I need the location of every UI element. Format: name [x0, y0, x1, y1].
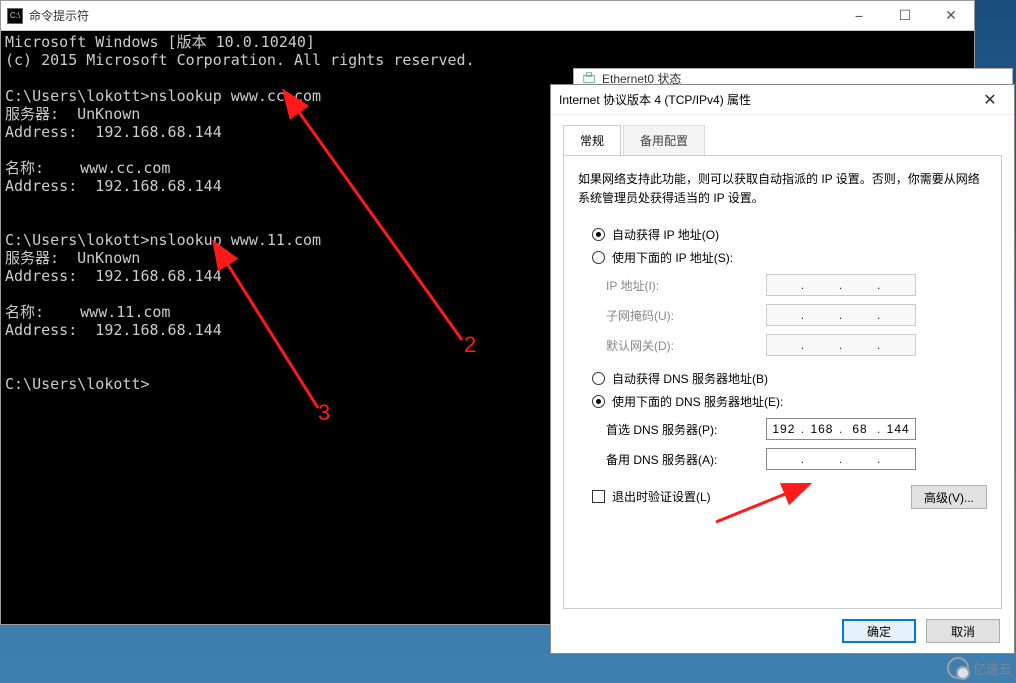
- radio-icon: [592, 372, 605, 385]
- description-text: 如果网络支持此功能，则可以获取自动指派的 IP 设置。否则，你需要从网络系统管理…: [578, 170, 987, 208]
- cmd-line: C:\Users\lokott>nslookup www.11.com: [5, 231, 321, 249]
- radio-auto-ip[interactable]: 自动获得 IP 地址(O): [592, 226, 987, 243]
- checkbox-icon: [592, 490, 605, 503]
- watermark: 亿速云: [947, 657, 1012, 679]
- cmd-line: 服务器: UnKnown: [5, 249, 140, 267]
- ip-octet[interactable]: 168: [805, 422, 839, 436]
- cmd-line: Address: 192.168.68.144: [5, 123, 222, 141]
- radio-icon: [592, 228, 605, 241]
- ipv4-properties-dialog: Internet 协议版本 4 (TCP/IPv4) 属性 ✕ 常规 备用配置 …: [550, 84, 1015, 654]
- cmd-icon: C:\: [7, 8, 23, 24]
- dns-field-group: 首选 DNS 服务器(P): 192. 168. 68. 144 备用 DNS …: [606, 418, 987, 470]
- maximize-button[interactable]: ☐: [882, 1, 928, 30]
- radio-label: 使用下面的 IP 地址(S):: [612, 249, 733, 266]
- ip-field-group: IP 地址(I): ... 子网掩码(U): ... 默认网关(D): ...: [606, 274, 987, 356]
- cmd-line: Address: 192.168.68.144: [5, 177, 222, 195]
- ip-octet[interactable]: 144: [881, 422, 915, 436]
- radio-manual-dns[interactable]: 使用下面的 DNS 服务器地址(E):: [592, 393, 987, 410]
- cmd-line: (c) 2015 Microsoft Corporation. All righ…: [5, 51, 475, 69]
- checkbox-label: 退出时验证设置(L): [612, 488, 711, 505]
- tabs: 常规 备用配置: [563, 125, 1002, 156]
- cmd-line: Address: 192.168.68.144: [5, 267, 222, 285]
- cmd-line: 服务器: UnKnown: [5, 105, 140, 123]
- close-icon[interactable]: ✕: [974, 90, 1006, 110]
- ipv4-titlebar[interactable]: Internet 协议版本 4 (TCP/IPv4) 属性 ✕: [551, 85, 1014, 115]
- radio-label: 使用下面的 DNS 服务器地址(E):: [612, 393, 783, 410]
- cmd-line: Address: 192.168.68.144: [5, 321, 222, 339]
- tab-alternate[interactable]: 备用配置: [623, 125, 705, 155]
- close-button[interactable]: ✕: [928, 1, 974, 30]
- ip-address-input: ...: [766, 274, 916, 296]
- ethernet-icon: [582, 71, 596, 85]
- ip-address-label: IP 地址(I):: [606, 277, 766, 294]
- subnet-mask-label: 子网掩码(U):: [606, 307, 766, 324]
- cmd-line: Microsoft Windows [版本 10.0.10240]: [5, 33, 315, 51]
- alt-dns-input[interactable]: ...: [766, 448, 916, 470]
- watermark-text: 亿速云: [973, 659, 1012, 678]
- cmd-line: 名称: www.cc.com: [5, 159, 170, 177]
- cmd-line: C:\Users\lokott>nslookup www.cc.com: [5, 87, 321, 105]
- radio-manual-ip[interactable]: 使用下面的 IP 地址(S):: [592, 249, 987, 266]
- radio-label: 自动获得 DNS 服务器地址(B): [612, 370, 768, 387]
- ip-octet[interactable]: 192: [767, 422, 801, 436]
- radio-auto-dns[interactable]: 自动获得 DNS 服务器地址(B): [592, 370, 987, 387]
- tab-general[interactable]: 常规: [563, 125, 621, 155]
- radio-label: 自动获得 IP 地址(O): [612, 226, 719, 243]
- cancel-button[interactable]: 取消: [926, 619, 1000, 643]
- minimize-button[interactable]: −: [836, 1, 882, 30]
- preferred-dns-label: 首选 DNS 服务器(P):: [606, 421, 766, 438]
- default-gateway-input: ...: [766, 334, 916, 356]
- cmd-window-title: 命令提示符: [29, 7, 836, 24]
- cloud-icon: [947, 657, 969, 679]
- ipv4-body: 常规 备用配置 如果网络支持此功能，则可以获取自动指派的 IP 设置。否则，你需…: [551, 115, 1014, 609]
- preferred-dns-input[interactable]: 192. 168. 68. 144: [766, 418, 916, 440]
- advanced-button[interactable]: 高级(V)...: [911, 485, 987, 509]
- radio-icon: [592, 395, 605, 408]
- radio-icon: [592, 251, 605, 264]
- ip-octet[interactable]: 68: [843, 422, 877, 436]
- dialog-footer: 确定 取消: [551, 609, 1014, 653]
- cmd-prompt: C:\Users\lokott>: [5, 375, 150, 393]
- default-gateway-label: 默认网关(D):: [606, 337, 766, 354]
- ipv4-dialog-title: Internet 协议版本 4 (TCP/IPv4) 属性: [559, 91, 974, 108]
- subnet-mask-input: ...: [766, 304, 916, 326]
- cmd-titlebar[interactable]: C:\ 命令提示符 − ☐ ✕: [1, 1, 974, 31]
- window-controls: − ☐ ✕: [836, 1, 974, 30]
- cmd-line: 名称: www.11.com: [5, 303, 170, 321]
- ok-button[interactable]: 确定: [842, 619, 916, 643]
- alt-dns-label: 备用 DNS 服务器(A):: [606, 451, 766, 468]
- tab-content: 如果网络支持此功能，则可以获取自动指派的 IP 设置。否则，你需要从网络系统管理…: [563, 156, 1002, 609]
